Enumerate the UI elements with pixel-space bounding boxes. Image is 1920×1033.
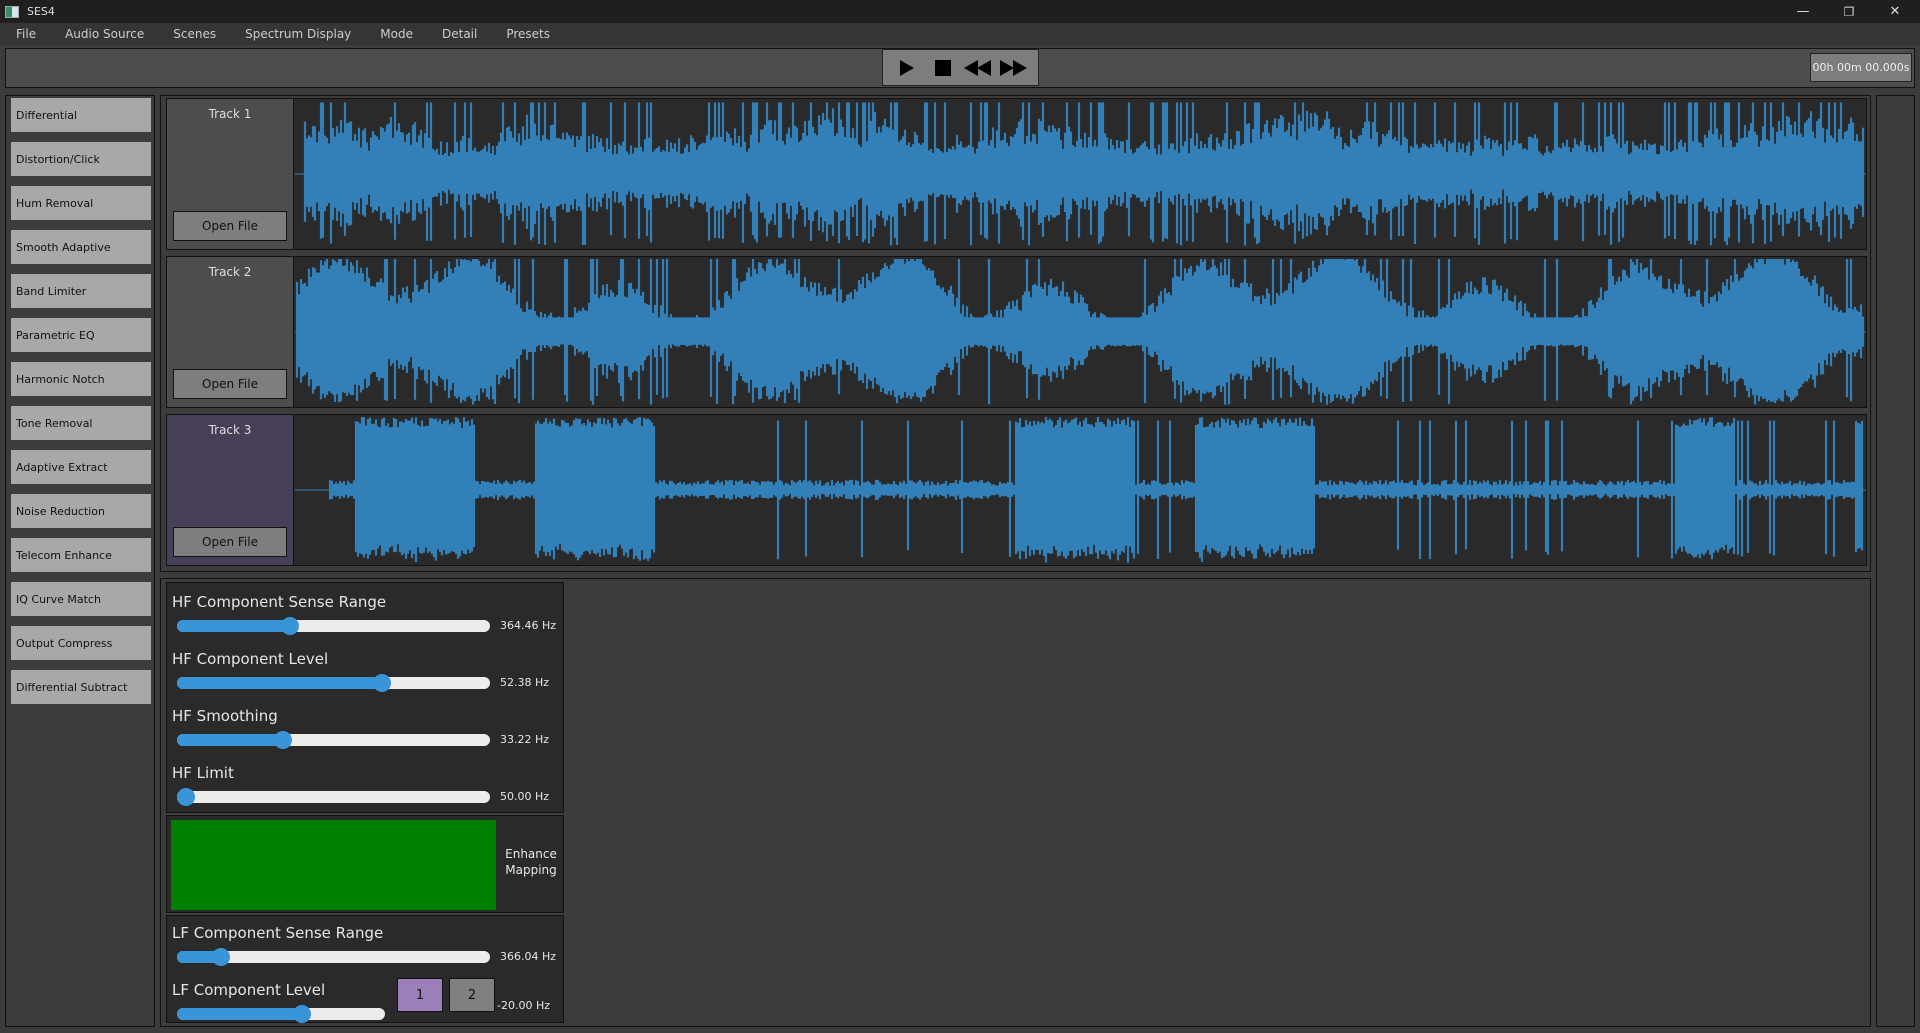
play-button[interactable] (892, 56, 922, 80)
timecode-display: 00h 00m 00.000s (1810, 53, 1912, 82)
stop-button[interactable] (928, 56, 958, 80)
slider-knob[interactable] (292, 1005, 311, 1023)
track-header[interactable]: Track 3 Open File (167, 415, 294, 565)
track-2: Track 2 Open File (166, 256, 1867, 408)
track-header[interactable]: Track 2 Open File (167, 257, 294, 407)
slider-label: LF Component Level (172, 981, 326, 999)
effect-button-adaptive-extract[interactable]: Adaptive Extract (11, 450, 151, 484)
track-name: Track 3 (208, 423, 252, 437)
slider-knob[interactable] (211, 948, 230, 966)
effect-button-differential[interactable]: Differential (11, 98, 151, 132)
open-file-button[interactable]: Open File (173, 527, 287, 557)
menu-audio-source[interactable]: Audio Source (65, 27, 144, 41)
slider-knob[interactable] (280, 617, 299, 635)
effect-button-parametric-eq[interactable]: Parametric EQ (11, 318, 151, 352)
effect-button-iq-curve-match[interactable]: IQ Curve Match (11, 582, 151, 616)
close-button[interactable]: ✕ (1872, 0, 1918, 23)
menu-mode[interactable]: Mode (380, 27, 413, 41)
controls-panel: HF Component Sense Range 364.46 Hz HF Comp… (160, 578, 1871, 1027)
effect-button-band-limiter[interactable]: Band Limiter (11, 274, 151, 308)
track-1: Track 1 Open File (166, 98, 1867, 250)
mapping-label-line1: Enhance (505, 847, 557, 861)
hf-smoothing-slider[interactable] (177, 731, 490, 749)
effect-button-tone-removal[interactable]: Tone Removal (11, 406, 151, 440)
menu-file[interactable]: File (16, 27, 36, 41)
open-file-button[interactable]: Open File (173, 211, 287, 241)
slider-label: HF Component Sense Range (172, 593, 387, 611)
slider-value: 50.00 Hz (500, 790, 550, 803)
fast-forward-icon (1000, 59, 1028, 76)
slider-knob[interactable] (373, 674, 391, 692)
waveform[interactable] (295, 99, 1866, 249)
menu-spectrum-display[interactable]: Spectrum Display (245, 27, 351, 41)
lf-component-level-slider[interactable] (177, 1005, 385, 1023)
window-title: SES4 (27, 5, 55, 18)
enhance-mapping-label: Enhance Mapping (503, 846, 559, 878)
hf-controls-box: HF Component Sense Range 364.46 Hz HF Comp… (166, 582, 564, 813)
enhance-mapping-box: Enhance Mapping (166, 815, 564, 913)
effect-button-telecom-enhance[interactable]: Telecom Enhance (11, 538, 151, 572)
slider-knob[interactable] (177, 788, 196, 806)
track-3: Track 3 Open File (166, 414, 1867, 566)
effect-button-differential-subtract[interactable]: Differential Subtract (11, 670, 151, 704)
slider-label: HF Smoothing (172, 707, 278, 725)
effect-button-noise-reduction[interactable]: Noise Reduction (11, 494, 151, 528)
slider-value: -20.00 Hz (497, 999, 551, 1012)
hf-component-level-slider[interactable] (177, 674, 490, 692)
menu-presets[interactable]: Presets (506, 27, 550, 41)
tracks-panel: Track 1 Open File Track 2 Open File Track 3 O… (160, 95, 1871, 572)
hf-component-sense-range-slider[interactable] (177, 617, 490, 635)
rewind-button[interactable] (963, 56, 993, 80)
open-file-button[interactable]: Open File (173, 369, 287, 399)
effect-button-output-compress[interactable]: Output Compress (11, 626, 151, 660)
minimize-button[interactable]: — (1780, 0, 1826, 23)
track-name: Track 1 (208, 107, 252, 121)
slider-knob[interactable] (274, 731, 293, 749)
effect-button-hum-removal[interactable]: Hum Removal (11, 186, 151, 220)
waveform[interactable] (295, 415, 1866, 565)
track-header[interactable]: Track 1 Open File (167, 99, 294, 249)
play-icon (899, 59, 914, 76)
restore-button[interactable]: ❐ (1826, 0, 1872, 23)
slider-value: 33.22 Hz (500, 733, 550, 746)
slider-fill (177, 1008, 302, 1020)
menu-detail[interactable]: Detail (442, 27, 477, 41)
slider-label: HF Component Level (172, 650, 329, 668)
slider-fill (177, 734, 284, 746)
track-name: Track 2 (208, 265, 252, 279)
mode-1-button[interactable]: 1 (397, 978, 443, 1012)
slider-value: 366.04 Hz (500, 950, 557, 963)
enhance-mapping-display[interactable] (171, 820, 496, 910)
slider-label: LF Component Sense Range (172, 924, 384, 942)
slider-fill (177, 620, 290, 632)
mode-2-button[interactable]: 2 (449, 978, 495, 1012)
transport-controls (882, 49, 1039, 86)
lf-component-sense-range-slider[interactable] (177, 948, 490, 966)
effect-button-harmonic-notch[interactable]: Harmonic Notch (11, 362, 151, 396)
lf-controls-box: 1 2 LF Component Sense Range 366.04 Hz LF … (166, 915, 564, 1023)
effect-button-distortion-click[interactable]: Distortion/Click (11, 142, 151, 176)
menu-scenes[interactable]: Scenes (173, 27, 216, 41)
fast-forward-button[interactable] (999, 56, 1029, 80)
app-icon (5, 5, 19, 18)
waveform[interactable] (295, 257, 1866, 407)
right-panel (1876, 95, 1915, 1027)
effect-button-smooth-adaptive[interactable]: Smooth Adaptive (11, 230, 151, 264)
slider-value: 364.46 Hz (500, 619, 557, 632)
slider-value: 52.38 Hz (500, 676, 550, 689)
slider-label: HF Limit (172, 764, 234, 782)
stop-icon (934, 59, 951, 76)
menu-bar: File Audio Source Scenes Spectrum Displa… (0, 23, 1920, 45)
mapping-label-line2: Mapping (505, 863, 557, 877)
effects-sidebar: Differential Distortion/Click Hum Removal S… (5, 95, 155, 1027)
rewind-icon (964, 59, 992, 76)
title-bar: SES4 — ❐ ✕ (0, 0, 1920, 23)
slider-fill (177, 677, 382, 689)
hf-limit-slider[interactable] (177, 788, 490, 806)
